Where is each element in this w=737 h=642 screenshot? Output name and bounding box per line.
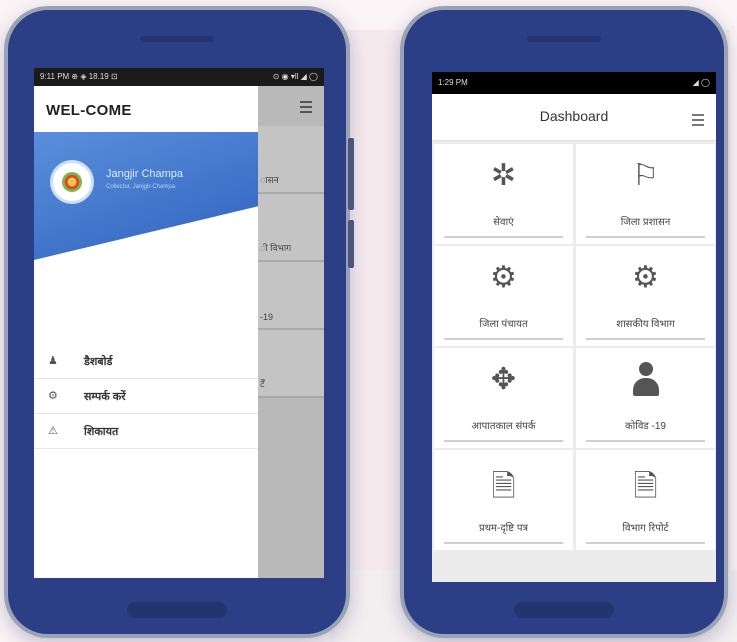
tile-label: विभाग रिपोर्ट (622, 523, 669, 534)
left-screen: 9:11 PM ⊕ ◈ 18.19 ⊡ ⊙ ◉ ▾ll ◢ ◯ ासन ी वि… (34, 68, 324, 578)
emblem-logo (50, 160, 94, 204)
drawer-item-contact[interactable]: ⚙ सम्पर्क करें (34, 379, 258, 414)
tile-label: जिला पंचायत (479, 319, 528, 330)
tile-underline (444, 236, 563, 238)
drawer-header: Jangjir Champa Collector, Janjgir-Champa (34, 132, 258, 260)
tile-department-report[interactable]: 🗎 विभाग रिपोर्ट (576, 450, 715, 550)
tile-label: कोविड -19 (624, 421, 666, 432)
speaker-grille (140, 36, 214, 42)
tile-government-departments[interactable]: ⚙ शासकीय विभाग (576, 246, 715, 346)
tile-underline (586, 338, 705, 340)
tile-emergency-contact[interactable]: ✥ आपातकाल संपर्क (434, 348, 573, 448)
hamburger-icon[interactable] (300, 101, 312, 113)
drawer-item-dashboard[interactable]: ♟ डैशबोर्ड (34, 344, 258, 379)
document-icon: 🗎 (491, 470, 516, 503)
page-title: Dashboard (539, 108, 609, 124)
gear-icon: ⚙ (48, 390, 58, 402)
tile-label: सेवाएं (493, 217, 514, 228)
tile-label: आपातकाल संपर्क (471, 421, 536, 432)
volume-button (348, 220, 354, 268)
status-right: ⊙ ◉ ▾ll ◢ ◯ (272, 72, 318, 81)
user-name: Jangjir Champa (106, 168, 184, 180)
document-icon: 🗎 (633, 470, 658, 503)
tile-label: जिला प्रशासन (620, 217, 671, 228)
home-button (127, 602, 227, 618)
menu-icon[interactable] (692, 114, 704, 126)
drawer-item-label: शिकायत (84, 426, 119, 438)
drawer-item-complaint[interactable]: ⚠ शिकायत (34, 414, 258, 449)
status-left: 9:11 PM ⊕ ◈ 18.19 ⊡ (40, 72, 118, 81)
power-button (348, 138, 354, 210)
app-bar: Dashboard (432, 94, 716, 141)
left-phone: 9:11 PM ⊕ ◈ 18.19 ⊡ ⊙ ◉ ▾ll ◢ ◯ ासन ी वि… (4, 6, 354, 638)
status-time: 1:29 PM (438, 78, 468, 87)
tile-first-sight-letter[interactable]: 🗎 प्रथम-दृष्टि पत्र (434, 450, 573, 550)
person-icon (632, 362, 659, 396)
drawer-menu: ♟ डैशबोर्ड ⚙ सम्पर्क करें ⚠ शिकायत (34, 344, 258, 449)
tile-label: प्रथम-दृष्टि पत्र (478, 523, 529, 534)
status-bar: 1:29 PM ◢ ◯ (432, 72, 716, 94)
status-icons: ◢ ◯ (692, 78, 710, 87)
drawer-item-label: सम्पर्क करें (84, 391, 126, 403)
speaker-grille (527, 36, 601, 42)
background-tile: ासन (258, 126, 324, 194)
tile-services[interactable]: ✲ सेवाएं (434, 144, 573, 244)
background-dashboard: ासन ी विभाग -19 र्टें (258, 86, 324, 578)
home-button (514, 602, 614, 618)
background-tile: -19 (258, 262, 324, 330)
tile-label: शासकीय विभाग (616, 319, 675, 330)
status-bar: 9:11 PM ⊕ ◈ 18.19 ⊡ ⊙ ◉ ▾ll ◢ ◯ (34, 68, 324, 86)
right-phone: 1:29 PM ◢ ◯ Dashboard ✲ सेवाएं ⚐ जिला प्… (400, 6, 728, 638)
tile-underline (586, 440, 705, 442)
tile-covid-19[interactable]: कोविड -19 (576, 348, 715, 448)
flag-icon: ⚐ (632, 159, 659, 192)
warning-icon: ⚠ (48, 425, 58, 437)
drawer-item-label: डैशबोर्ड (84, 356, 113, 368)
tile-district-panchayat[interactable]: ⚙ जिला पंचायत (434, 246, 573, 346)
settings-icon: ⚙ (490, 261, 517, 294)
tile-underline (586, 542, 705, 544)
settings-icon: ⚙ (632, 261, 659, 294)
tile-underline (444, 440, 563, 442)
tile-underline (586, 236, 705, 238)
tile-underline (444, 542, 563, 544)
dashboard-grid: ✲ सेवाएं ⚐ जिला प्रशासन ⚙ जिला पंचायत ⚙ … (432, 142, 716, 582)
tile-district-admin[interactable]: ⚐ जिला प्रशासन (576, 144, 715, 244)
user-subtitle: Collector, Janjgir-Champa (106, 184, 176, 190)
drawer-title: WEL-COME (46, 102, 132, 119)
user-icon: ♟ (48, 355, 58, 367)
network-icon: ✲ (490, 159, 517, 192)
move-icon: ✥ (490, 363, 517, 396)
right-screen: 1:29 PM ◢ ◯ Dashboard ✲ सेवाएं ⚐ जिला प्… (432, 72, 716, 582)
tile-underline (444, 338, 563, 340)
navigation-drawer: WEL-COME Jangjir Champa Collector, Janjg… (34, 86, 258, 578)
background-tile: र्टें (258, 330, 324, 398)
background-tile: ी विभाग (258, 194, 324, 262)
